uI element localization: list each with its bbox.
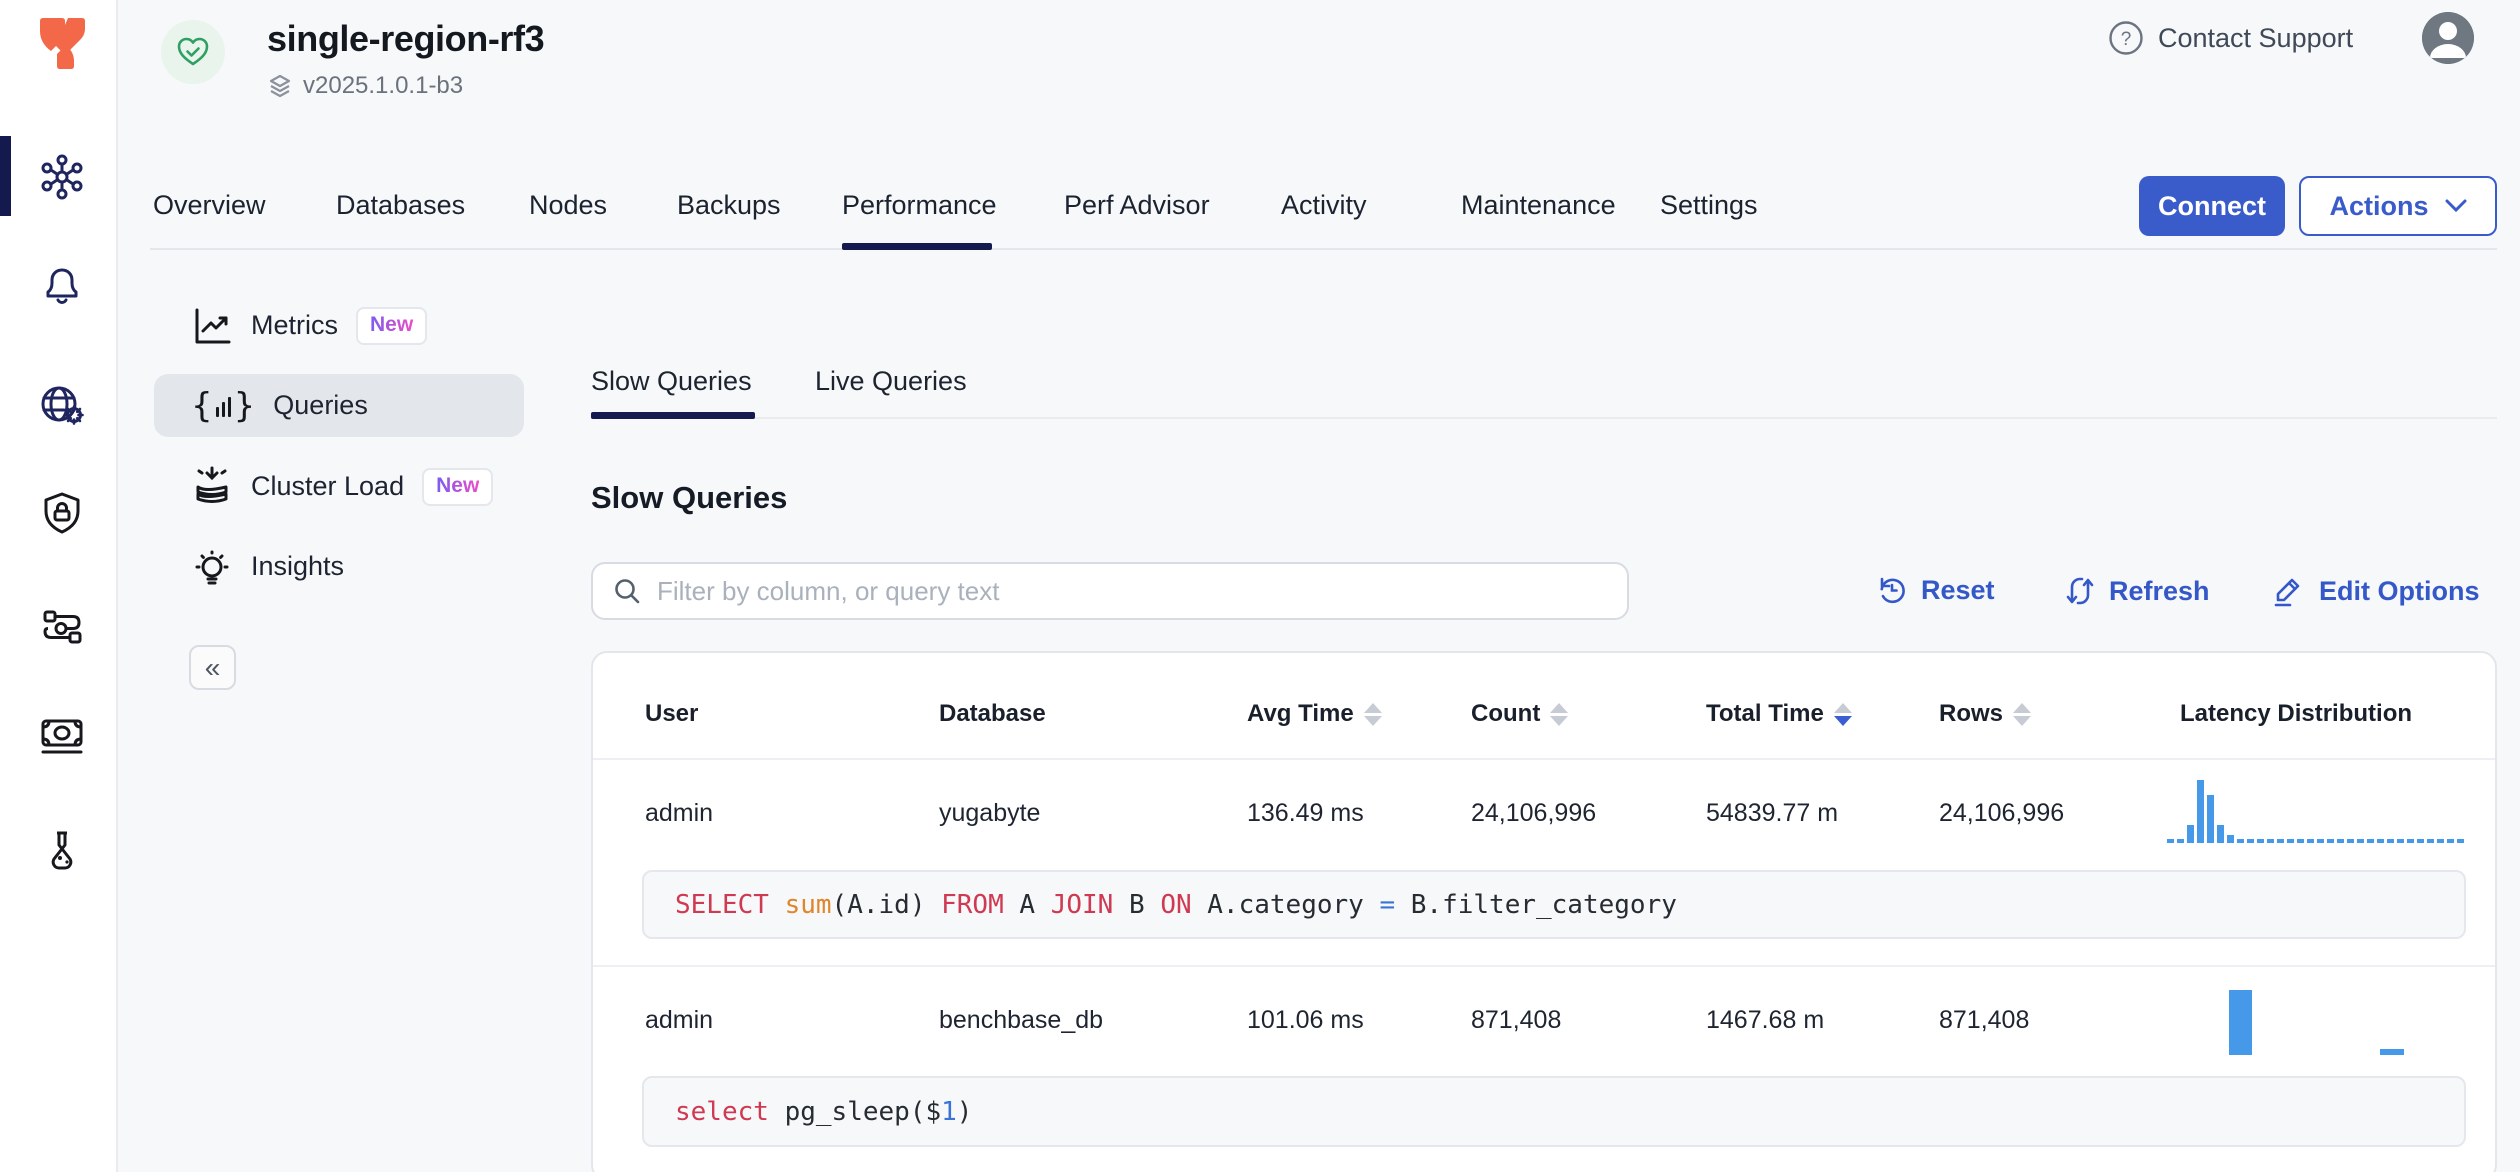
filter-input-container <box>591 562 1629 620</box>
connect-button[interactable]: Connect <box>2139 176 2285 236</box>
sort-icon[interactable] <box>1364 703 1382 726</box>
layers-icon <box>267 73 293 99</box>
row-divider <box>593 965 2497 967</box>
user-avatar[interactable] <box>2422 12 2474 64</box>
cell-total-time: 54839.77 m <box>1706 799 1838 828</box>
reset-button[interactable]: Reset <box>1876 574 1995 606</box>
sidenav-label-metrics: Metrics <box>251 310 338 341</box>
new-badge-metrics: New <box>356 307 427 345</box>
column-header-count[interactable]: Count <box>1471 700 1568 728</box>
cluster-health-badge <box>161 20 225 84</box>
tab-databases[interactable]: Databases <box>336 190 465 221</box>
sort-icon[interactable] <box>2013 703 2031 726</box>
column-header-rows[interactable]: Rows <box>1939 700 2031 728</box>
collapse-sidenav-button[interactable]: « <box>189 645 236 690</box>
latency-histogram <box>2167 779 2464 843</box>
active-rail-indicator <box>0 136 11 216</box>
tab-overview[interactable]: Overview <box>153 190 266 221</box>
search-icon <box>613 577 641 605</box>
tab-nodes[interactable]: Nodes <box>529 190 607 221</box>
query-sql: select pg_sleep($1) <box>675 1097 972 1127</box>
slow-queries-heading: Slow Queries <box>591 480 787 516</box>
tab-backups[interactable]: Backups <box>677 190 781 221</box>
actions-label: Actions <box>2329 191 2428 222</box>
column-header-latency-distribution: Latency Distribution <box>2180 700 2412 728</box>
query-text-box[interactable]: SELECT sum(A.id) FROM A JOIN B ON A.cate… <box>642 870 2466 939</box>
page-title: single-region-rf3 <box>267 18 544 60</box>
sidebar-item-billing[interactable] <box>38 712 86 760</box>
queries-icon: {} <box>191 386 255 426</box>
contact-support-button[interactable]: ? Contact Support <box>2108 20 2353 56</box>
cell-count: 871,408 <box>1471 1006 1561 1035</box>
metrics-icon <box>191 305 233 347</box>
insights-icon <box>191 545 233 589</box>
cell-user: admin <box>645 1006 713 1035</box>
refresh-icon <box>2064 574 2096 608</box>
sidenav-item-cluster-load[interactable]: Cluster Load New <box>154 455 524 518</box>
tab-perf-advisor[interactable]: Perf Advisor <box>1064 190 1210 221</box>
cell-avg-time: 136.49 ms <box>1247 799 1364 828</box>
refresh-label: Refresh <box>2109 576 2210 607</box>
tab-settings[interactable]: Settings <box>1660 190 1758 221</box>
yugabyte-logo-icon[interactable] <box>34 14 88 72</box>
filter-input[interactable] <box>657 576 1607 607</box>
contact-support-label: Contact Support <box>2158 23 2353 54</box>
sidebar-item-alerts[interactable] <box>38 261 86 309</box>
sidebar-item-integrations[interactable] <box>38 603 86 651</box>
chevron-down-icon <box>2445 199 2467 213</box>
sidenav-item-queries[interactable]: {} Queries <box>154 374 524 437</box>
heart-check-icon <box>176 36 210 68</box>
cell-database: benchbase_db <box>939 1006 1103 1035</box>
cluster-version: v2025.1.0.1-b3 <box>267 72 463 100</box>
query-text-box[interactable]: select pg_sleep($1) <box>642 1076 2466 1147</box>
edit-options-label: Edit Options <box>2319 576 2479 607</box>
cell-avg-time: 101.06 ms <box>1247 1006 1364 1035</box>
sidenav-label-insights: Insights <box>251 551 344 582</box>
cell-database: yugabyte <box>939 799 1040 828</box>
sidenav-label-cluster-load: Cluster Load <box>251 471 404 502</box>
sidebar-item-security[interactable] <box>38 489 86 537</box>
tab-maintenance[interactable]: Maintenance <box>1461 190 1616 221</box>
sidenav-item-metrics[interactable]: Metrics New <box>154 294 524 357</box>
subtab-live-queries[interactable]: Live Queries <box>815 366 967 397</box>
table-header-divider <box>593 758 2497 760</box>
sort-icon-active[interactable] <box>1834 703 1852 726</box>
cell-user: admin <box>645 799 713 828</box>
column-header-avg-time[interactable]: Avg Time <box>1247 700 1382 728</box>
cell-count: 24,106,996 <box>1471 799 1596 828</box>
edit-options-button[interactable]: Edit Options <box>2272 574 2479 608</box>
cluster-load-icon <box>191 465 233 509</box>
subtabs-divider <box>591 417 2497 419</box>
latency-histogram <box>2167 990 2467 1055</box>
subtab-slow-queries[interactable]: Slow Queries <box>591 366 752 397</box>
cell-rows: 871,408 <box>1939 1006 2029 1035</box>
cell-rows: 24,106,996 <box>1939 799 2064 828</box>
sidenav-label-queries: Queries <box>273 390 368 421</box>
refresh-button[interactable]: Refresh <box>2064 574 2210 608</box>
active-tab-underline <box>842 243 992 250</box>
sidebar-item-clusters[interactable] <box>38 153 86 201</box>
reset-icon <box>1876 574 1908 606</box>
query-sql: SELECT sum(A.id) FROM A JOIN B ON A.cate… <box>675 890 1677 920</box>
help-icon: ? <box>2108 20 2144 56</box>
column-header-user: User <box>645 700 698 728</box>
sidenav-item-insights[interactable]: Insights <box>154 535 524 598</box>
column-header-total-time[interactable]: Total Time <box>1706 700 1852 728</box>
column-header-database: Database <box>939 700 1046 728</box>
sort-icon[interactable] <box>1550 703 1568 726</box>
version-label: v2025.1.0.1-b3 <box>303 72 463 100</box>
actions-button[interactable]: Actions <box>2299 176 2497 236</box>
active-subtab-underline <box>591 412 755 419</box>
slow-queries-table: User Database Avg Time Count Total Time … <box>591 651 2497 1172</box>
edit-icon <box>2272 574 2306 608</box>
sidebar-item-labs[interactable] <box>38 826 86 874</box>
tab-performance[interactable]: Performance <box>842 190 997 221</box>
sidebar-item-network[interactable] <box>38 381 86 429</box>
svg-text:?: ? <box>2121 29 2132 50</box>
reset-label: Reset <box>1921 575 1995 606</box>
cell-total-time: 1467.68 m <box>1706 1006 1824 1035</box>
tabs-divider <box>150 248 2497 250</box>
new-badge-cluster-load: New <box>422 468 493 506</box>
tab-activity[interactable]: Activity <box>1281 190 1367 221</box>
